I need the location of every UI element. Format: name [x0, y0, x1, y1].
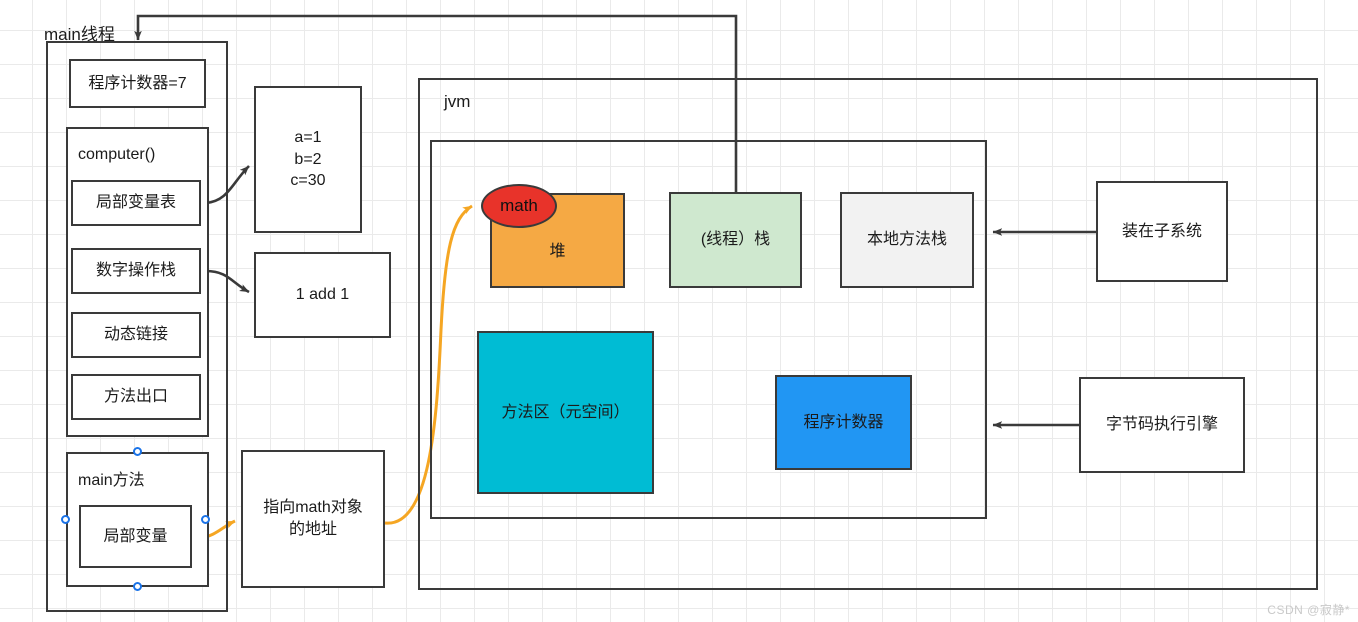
- selection-handle-bottom[interactable]: [133, 582, 142, 591]
- diagram-canvas: main线程 程序计数器=7 computer() 局部变量表 数字操作栈 动态…: [0, 0, 1358, 622]
- slot-local-variable-table[interactable]: 局部变量表: [71, 180, 201, 226]
- local-variable-values-box[interactable]: a=1 b=2 c=30: [254, 86, 362, 233]
- execution-engine-box[interactable]: 字节码执行引擎: [1079, 377, 1245, 473]
- slot-operand-stack[interactable]: 数字操作栈: [71, 248, 201, 294]
- program-counter-box[interactable]: 程序计数器=7: [69, 59, 206, 108]
- native-method-stack-box[interactable]: 本地方法栈: [840, 192, 974, 288]
- slot-local-variable[interactable]: 局部变量: [79, 505, 192, 568]
- class-loader-box[interactable]: 装在子系统: [1096, 181, 1228, 282]
- watermark: CSDN @寂静*: [1267, 603, 1350, 617]
- math-object-ellipse[interactable]: math: [481, 184, 557, 228]
- frame-computer-title: computer(): [78, 146, 156, 163]
- jvm-program-counter-box[interactable]: 程序计数器: [775, 375, 912, 470]
- selection-handle-top[interactable]: [133, 447, 142, 456]
- slot-dynamic-link[interactable]: 动态链接: [71, 312, 201, 358]
- slot-method-exit[interactable]: 方法出口: [71, 374, 201, 420]
- math-reference-box[interactable]: 指向math对象 的地址: [241, 450, 385, 588]
- heap-label: 堆: [549, 242, 566, 260]
- selection-handle-right[interactable]: [201, 515, 210, 524]
- thread-stack-box[interactable]: (线程）栈: [669, 192, 802, 288]
- frame-main-method-title: main方法: [78, 472, 145, 489]
- jvm-title: jvm: [444, 92, 471, 111]
- method-area-box[interactable]: 方法区（元空间）: [477, 331, 654, 494]
- selection-handle-left[interactable]: [61, 515, 70, 524]
- operand-stack-values-box[interactable]: 1 add 1: [254, 252, 391, 338]
